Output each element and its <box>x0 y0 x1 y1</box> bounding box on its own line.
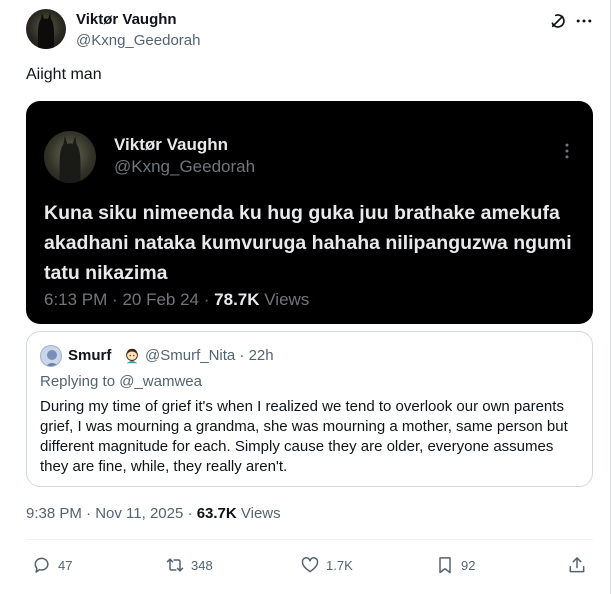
embedded-time: 6:13 PM <box>44 290 108 309</box>
repost-button[interactable]: 348 <box>165 554 213 576</box>
embedded-meta: 6:13 PM · 20 Feb 24 · 78.7K Views <box>44 290 309 310</box>
reply-icon <box>34 557 49 573</box>
replying-to[interactable]: Replying to @_wamwea <box>40 373 202 390</box>
quoted-name[interactable]: Smurf <box>68 347 111 364</box>
heart-icon <box>301 557 319 573</box>
quoted-text: During my time of grief it's when I real… <box>40 398 568 475</box>
bookmark-button[interactable]: 92 <box>435 554 475 576</box>
embedded-views-count: 78.7K <box>214 290 260 309</box>
quoted-avatar[interactable] <box>40 345 62 367</box>
quoted-handle-and-time[interactable]: @Smurf_Nita · 22h <box>145 347 274 364</box>
quoted-time[interactable]: · 22h <box>239 347 273 364</box>
embedded-name: Viktør Vaughn <box>114 135 228 154</box>
author-name[interactable]: Viktør Vaughn <box>76 11 177 28</box>
woman-emoji-icon <box>126 348 138 364</box>
reply-count: 47 <box>58 557 73 573</box>
author-handle[interactable]: @Kxng_Geedorah <box>76 32 200 49</box>
quoted-tweet[interactable]: Smurf @Smurf_Nita · 22h Replying to @_wa… <box>26 331 593 487</box>
reply-button[interactable]: 47 <box>32 554 72 576</box>
avatar-illustration-icon <box>45 350 59 366</box>
repost-icon <box>166 558 184 572</box>
views-label: Views <box>240 505 281 522</box>
more-vertical-icon <box>565 143 569 159</box>
tweet-meta: 9:38 PM · Nov 11, 2025 · 63.7K Views <box>26 505 281 522</box>
divider <box>26 539 593 540</box>
embedded-handle: @Kxng_Geedorah <box>114 157 256 176</box>
attached-image[interactable]: Viktør Vaughn @Kxng_Geedorah Kuna siku n… <box>26 101 593 324</box>
tweet-date[interactable]: Nov 11, 2025 <box>95 505 183 522</box>
quoted-handle[interactable]: @Smurf_Nita <box>145 347 235 364</box>
repost-count: 348 <box>191 557 213 573</box>
tweet-text: Aiight man <box>26 66 102 83</box>
separator: · <box>86 505 92 522</box>
tweet-detail: Viktør Vaughn @Kxng_Geedorah Aiight man … <box>0 0 611 594</box>
bookmark-icon <box>439 557 451 574</box>
like-button[interactable]: 1.7K <box>300 554 353 576</box>
share-button[interactable] <box>567 554 587 576</box>
embedded-avatar <box>44 131 96 183</box>
embedded-text: Kuna siku nimeenda ku hug guka juu brath… <box>44 202 572 284</box>
embedded-date: 20 Feb 24 <box>122 290 200 309</box>
bookmark-count: 92 <box>461 557 476 573</box>
views-count: 63.7K <box>196 505 237 522</box>
batman-silhouette-icon <box>38 13 54 49</box>
separator: · <box>187 505 193 522</box>
separator: · <box>112 290 118 309</box>
author-avatar[interactable] <box>26 9 66 49</box>
separator: · <box>203 290 210 309</box>
share-icon <box>569 557 585 573</box>
batman-silhouette-icon <box>59 136 81 183</box>
embedded-views-label: Views <box>264 290 310 309</box>
grok-icon[interactable] <box>549 12 567 30</box>
like-count: 1.7K <box>326 557 353 573</box>
more-icon[interactable] <box>574 11 594 31</box>
tweet-time[interactable]: 9:38 PM <box>26 505 82 522</box>
